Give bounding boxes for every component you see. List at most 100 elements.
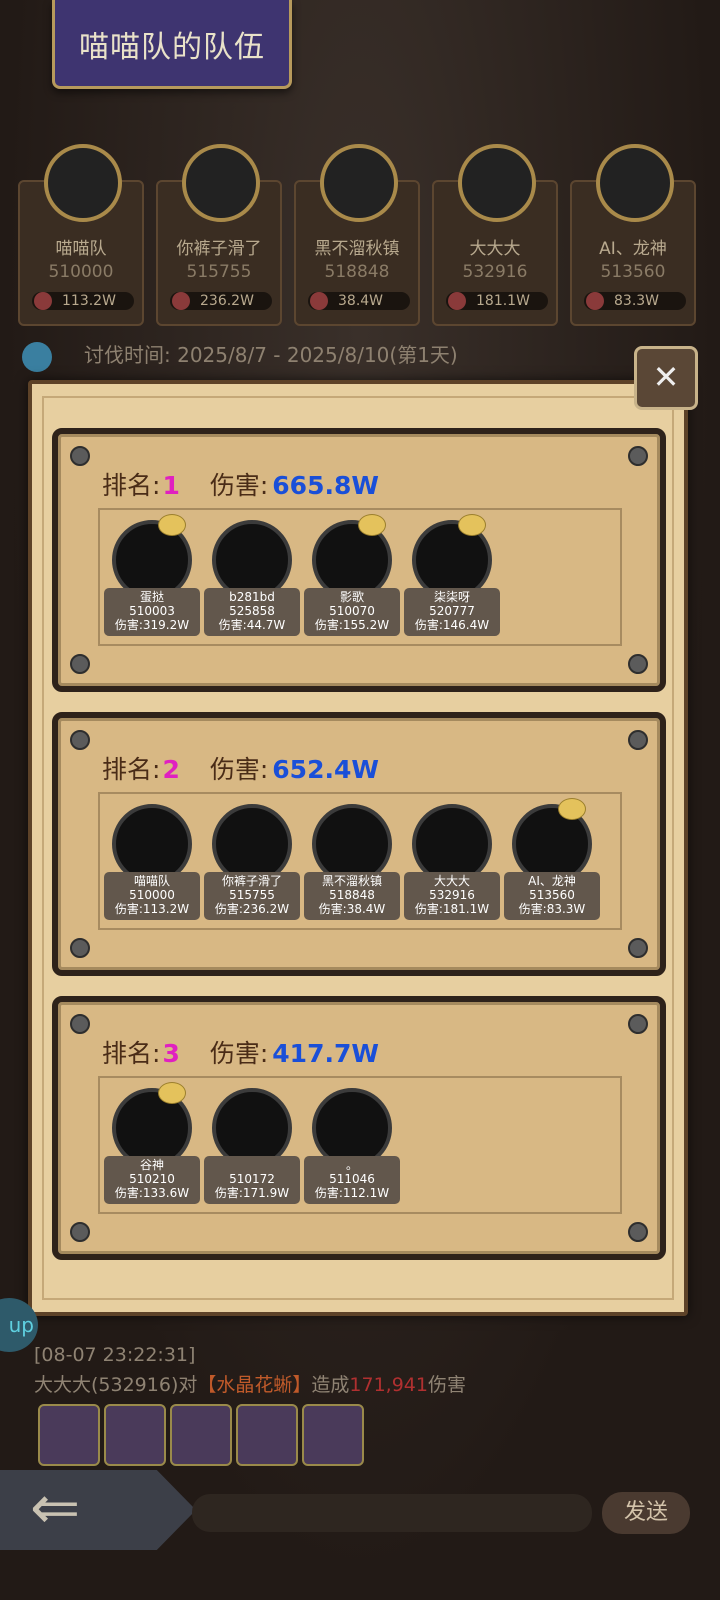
rank-panel: 排名:2 伤害: 652.4W 喵喵队 510000 伤害:113.2W 你裤子滑了 51… <box>52 712 666 976</box>
damage-value: 113.2W <box>62 293 116 309</box>
member-name: b281bd <box>229 590 275 604</box>
rank-number: 1 <box>162 471 180 500</box>
member-name: 蛋挞 <box>139 590 164 604</box>
hero-card[interactable] <box>104 1404 166 1466</box>
member-id: 515755 <box>229 888 275 902</box>
damage-icon <box>448 292 466 310</box>
member-name: 黑不溜秋镇 <box>321 874 382 888</box>
rank-panel: 排名:1 伤害: 665.8W 蛋挞 510003 伤害:319.2W b281bd 52… <box>52 428 666 692</box>
rivet <box>70 730 90 750</box>
member-id: 510210 <box>129 1172 175 1186</box>
member-name: 大大大 <box>433 874 470 888</box>
member-id: 510000 <box>129 888 175 902</box>
laurel-badge-icon <box>558 798 586 820</box>
member-name: 你裤子滑了 <box>176 239 262 259</box>
member-damage: 伤害:146.4W <box>414 618 490 632</box>
member-damage: 伤害:133.6W <box>114 1186 190 1200</box>
member-damage: 伤害:83.3W <box>518 902 586 916</box>
rivet <box>628 938 648 958</box>
team-card[interactable]: 黑不溜秋镇 518848 38.4W <box>294 144 420 326</box>
member-damage: 伤害:171.9W <box>214 1186 290 1200</box>
page-title: 喵喵队的队伍 <box>79 30 265 65</box>
member-info: 510172 伤害:171.9W <box>204 1156 300 1204</box>
team-card[interactable]: 大大大 532916 181.1W <box>432 144 558 326</box>
team-card[interactable]: 你裤子滑了 515755 236.2W <box>156 144 282 326</box>
avatar <box>320 144 398 222</box>
member-name: 。 <box>345 1158 358 1172</box>
rivet <box>70 446 90 466</box>
hero-card[interactable] <box>302 1404 364 1466</box>
member-name: 喵喵队 <box>55 239 107 259</box>
hero-card[interactable] <box>236 1404 298 1466</box>
member-info: 谷神 510210 伤害:133.6W <box>104 1156 200 1204</box>
team-card[interactable]: AI、龙神 513560 83.3W <box>570 144 696 326</box>
member-damage: 伤害:155.2W <box>314 618 390 632</box>
member-info: 影歌 510070 伤害:155.2W <box>304 588 400 636</box>
hero-card[interactable] <box>170 1404 232 1466</box>
member-id: 510003 <box>129 604 175 618</box>
clock-icon <box>22 341 52 372</box>
member-info: 你裤子滑了 515755 伤害:236.2W <box>204 872 300 920</box>
member-id: 515755 <box>186 262 252 282</box>
member-damage: 236.2W <box>170 292 272 310</box>
member-damage: 181.1W <box>446 292 548 310</box>
damage-icon <box>172 292 190 310</box>
send-button[interactable]: 发送 <box>602 1492 690 1534</box>
member-damage: 113.2W <box>32 292 134 310</box>
avatar <box>458 144 536 222</box>
battle-log: [08-07 23:22:31] 大大大(532916)对【水晶花蜥】造成171… <box>34 1340 466 1400</box>
rank-header: 排名:1 伤害: 665.8W <box>102 466 379 502</box>
member-name: 你裤子滑了 <box>221 874 282 888</box>
avatar <box>596 144 674 222</box>
rivet <box>70 1014 90 1034</box>
hero-card[interactable] <box>38 1404 100 1466</box>
log-verb: 造成 <box>311 1374 350 1396</box>
rivet <box>628 446 648 466</box>
damage-icon <box>310 292 328 310</box>
member-name: 柒柒呀 <box>433 590 470 604</box>
avatar <box>44 144 122 222</box>
member-damage: 伤害:44.7W <box>218 618 286 632</box>
member-damage: 伤害:112.1W <box>314 1186 390 1200</box>
log-suffix: 伤害 <box>427 1374 466 1396</box>
rivet <box>70 1222 90 1242</box>
rank-number: 2 <box>162 755 180 784</box>
log-amount: 171,941 <box>349 1374 428 1396</box>
member-id: 518848 <box>329 888 375 902</box>
chat-input[interactable] <box>192 1494 592 1532</box>
member-id: 513560 <box>529 888 575 902</box>
laurel-badge-icon <box>458 514 486 536</box>
member-id: 510070 <box>329 604 375 618</box>
member-damage: 83.3W <box>584 292 686 310</box>
member-name: 影歌 <box>339 590 364 604</box>
member-damage: 伤害:113.2W <box>114 902 190 916</box>
log-timestamp: [08-07 23:22:31] <box>34 1344 196 1366</box>
laurel-badge-icon <box>358 514 386 536</box>
member-id: 511046 <box>329 1172 375 1186</box>
rivet <box>628 654 648 674</box>
member-damage: 伤害:38.4W <box>318 902 386 916</box>
member-id: 510172 <box>229 1172 275 1186</box>
member-id: 513560 <box>600 262 666 282</box>
damage-label: 伤害: <box>209 471 269 500</box>
rank-label: 排名: <box>102 471 161 500</box>
log-actor: 大大大(532916)对 <box>34 1374 198 1396</box>
damage-value: 236.2W <box>200 293 254 309</box>
member-name: AI、龙神 <box>599 239 667 259</box>
back-button[interactable]: ⇐ <box>0 1470 196 1550</box>
team-card[interactable]: 喵喵队 510000 113.2W <box>18 144 144 326</box>
member-name: 谷神 <box>139 1158 164 1172</box>
rank-header: 排名:2 伤害: 652.4W <box>102 750 379 786</box>
close-icon: ✕ <box>652 358 680 396</box>
member-id: 532916 <box>462 262 528 282</box>
damage-label: 伤害: <box>209 1039 269 1068</box>
rivet <box>70 938 90 958</box>
member-info: 大大大 532916 伤害:181.1W <box>404 872 500 920</box>
rank-number: 3 <box>162 1039 180 1068</box>
rivet <box>628 730 648 750</box>
member-info: b281bd 525858 伤害:44.7W <box>204 588 300 636</box>
close-button[interactable]: ✕ <box>634 346 698 410</box>
member-id: 510000 <box>48 262 114 282</box>
member-id: 532916 <box>429 888 475 902</box>
member-name: 黑不溜秋镇 <box>314 239 400 259</box>
